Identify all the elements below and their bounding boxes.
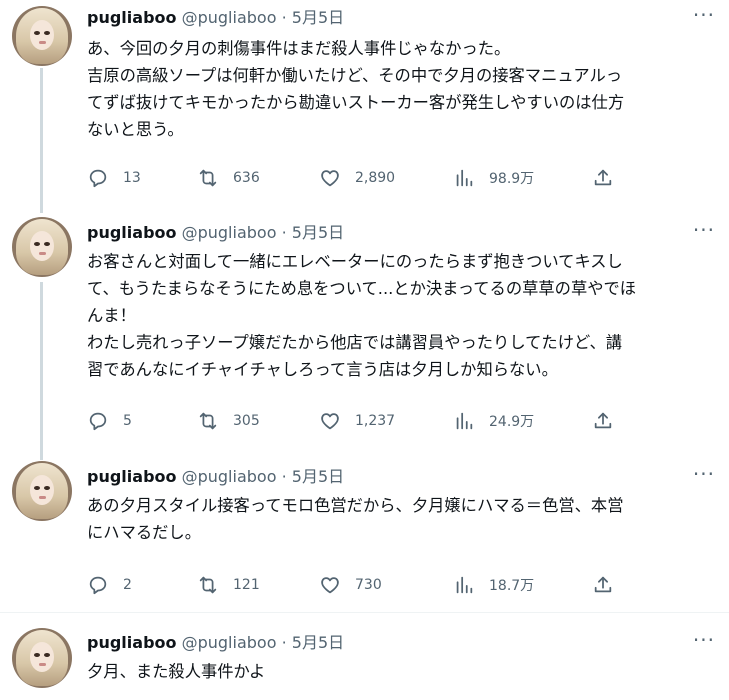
retweet-icon: [199, 169, 217, 187]
avatar[interactable]: [12, 628, 72, 688]
tweet-date[interactable]: 5月5日: [292, 223, 344, 242]
reply-icon: [89, 576, 107, 595]
share-icon: [594, 576, 612, 593]
reply-button[interactable]: 2: [87, 573, 132, 597]
avatar[interactable]: [12, 461, 72, 521]
author-handle[interactable]: @pugliaboo: [182, 467, 277, 486]
tweet-text: あ、今回の夕月の刺傷事件はまだ殺人事件じゃなかった。 吉原の高級ソープは何軒か働…: [87, 35, 717, 143]
tweet-text: お客さんと対面して一緒にエレベーターにのったらまず抱きついてキスし て、もうたま…: [87, 248, 717, 383]
views-icon: [456, 576, 473, 594]
tweet-actions: 2 121 730 18.7万: [87, 573, 617, 597]
avatar[interactable]: [12, 217, 72, 277]
reply-icon: [89, 169, 107, 188]
tweet-text: 夕月、また殺人事件かよ: [87, 658, 717, 685]
like-button[interactable]: 2,890: [319, 166, 395, 190]
heart-icon: [321, 577, 339, 594]
retweet-button[interactable]: 636: [197, 166, 260, 190]
tweet-date[interactable]: 5月5日: [292, 633, 344, 652]
tweet-text-line: てずば抜けてキモかったから勘違いストーカー客が発生しやすいのは仕方: [87, 93, 625, 112]
share-button[interactable]: [592, 166, 614, 190]
author-handle[interactable]: @pugliaboo: [182, 8, 277, 27]
views-count: 18.7万: [489, 578, 535, 594]
share-icon: [594, 412, 612, 429]
separator-dot: ·: [281, 633, 287, 652]
tweet-text-line: にハマるだし。: [87, 523, 201, 542]
heart-icon: [321, 170, 339, 187]
views-button[interactable]: 18.7万: [453, 573, 534, 597]
share-button[interactable]: [592, 409, 614, 433]
tweet-text-line: て、もうたまらなそうにため息をついて...とか決まってるの草草の草やでほ: [87, 279, 637, 298]
tweet-text-line: 夕月、また殺人事件かよ: [87, 662, 266, 681]
reply-count: 5: [123, 413, 132, 429]
separator-dot: ·: [281, 467, 287, 486]
reply-count: 2: [123, 577, 132, 593]
tweet-text: あの夕月スタイル接客ってモロ色営だから、夕月嬢にハマる＝色営、本営 にハマるだし…: [87, 492, 717, 546]
views-count: 24.9万: [489, 414, 535, 430]
tweet-text-line: わたし売れっ子ソープ嬢だたから他店では講習員やったりしてたけど、講: [87, 333, 623, 352]
more-icon[interactable]: ···: [693, 630, 715, 650]
more-icon[interactable]: ···: [693, 220, 715, 240]
tweet-date[interactable]: 5月5日: [292, 8, 344, 27]
tweet-text-line: ないと思う。: [87, 120, 184, 139]
retweet-count: 305: [233, 413, 260, 429]
share-button[interactable]: [592, 573, 614, 597]
author-name[interactable]: pugliaboo: [87, 223, 177, 242]
like-button[interactable]: 730: [319, 573, 382, 597]
separator-dot: ·: [281, 8, 287, 27]
tweet-actions: 13 636 2,890 98.9万: [87, 166, 617, 190]
retweet-icon: [199, 576, 217, 594]
tweet-text-line: 習であんなにイチャイチャしろって言う店は夕月しか知らない。: [87, 360, 558, 379]
tweet-text-line: お客さんと対面して一緒にエレベーターにのったらまず抱きついてキスし: [87, 252, 623, 271]
retweet-icon: [199, 412, 217, 430]
reply-button[interactable]: 13: [87, 166, 141, 190]
separator-dot: ·: [281, 223, 287, 242]
like-count: 730: [355, 577, 382, 593]
author-handle[interactable]: @pugliaboo: [182, 633, 277, 652]
tweet[interactable]: pugliaboo @pugliaboo · 5月5日 ··· あの夕月スタイル…: [0, 455, 729, 611]
like-button[interactable]: 1,237: [319, 409, 395, 433]
reply-count: 13: [123, 170, 141, 186]
tweet-text-line: 吉原の高級ソープは何軒か働いたけど、その中で夕月の接客マニュアルっ: [87, 66, 623, 85]
author-name[interactable]: pugliaboo: [87, 633, 177, 652]
tweet-date[interactable]: 5月5日: [292, 467, 344, 486]
heart-icon: [321, 413, 339, 430]
views-button[interactable]: 98.9万: [453, 166, 534, 190]
retweet-count: 636: [233, 170, 260, 186]
tweet-actions: 5 305 1,237 24.9万: [87, 409, 617, 433]
share-icon: [594, 169, 612, 186]
views-icon: [456, 412, 473, 430]
tweet[interactable]: pugliaboo @pugliaboo · 5月5日 ··· お客さんと対面し…: [0, 205, 729, 455]
views-button[interactable]: 24.9万: [453, 409, 534, 433]
views-count: 98.9万: [489, 171, 535, 187]
reply-button[interactable]: 5: [87, 409, 132, 433]
like-count: 2,890: [355, 170, 396, 186]
retweet-button[interactable]: 121: [197, 573, 260, 597]
author-name[interactable]: pugliaboo: [87, 467, 177, 486]
views-icon: [456, 169, 473, 187]
tweet[interactable]: pugliaboo @pugliaboo · 5月5日 ··· あ、今回の夕月の…: [0, 0, 729, 205]
tweet-text-line: あ、今回の夕月の刺傷事件はまだ殺人事件じゃなかった。: [87, 39, 511, 58]
avatar[interactable]: [12, 6, 72, 66]
author-handle[interactable]: @pugliaboo: [182, 223, 277, 242]
reply-icon: [89, 412, 107, 431]
more-icon[interactable]: ···: [693, 5, 715, 25]
more-icon[interactable]: ···: [693, 464, 715, 484]
tweet[interactable]: pugliaboo @pugliaboo · 5月5日 ··· 夕月、また殺人事…: [0, 613, 729, 700]
like-count: 1,237: [355, 413, 396, 429]
tweet-text-line: んま！: [87, 306, 136, 325]
retweet-button[interactable]: 305: [197, 409, 260, 433]
author-name[interactable]: pugliaboo: [87, 8, 177, 27]
retweet-count: 121: [233, 577, 260, 593]
tweet-text-line: あの夕月スタイル接客ってモロ色営だから、夕月嬢にハマる＝色営、本営: [87, 496, 624, 515]
